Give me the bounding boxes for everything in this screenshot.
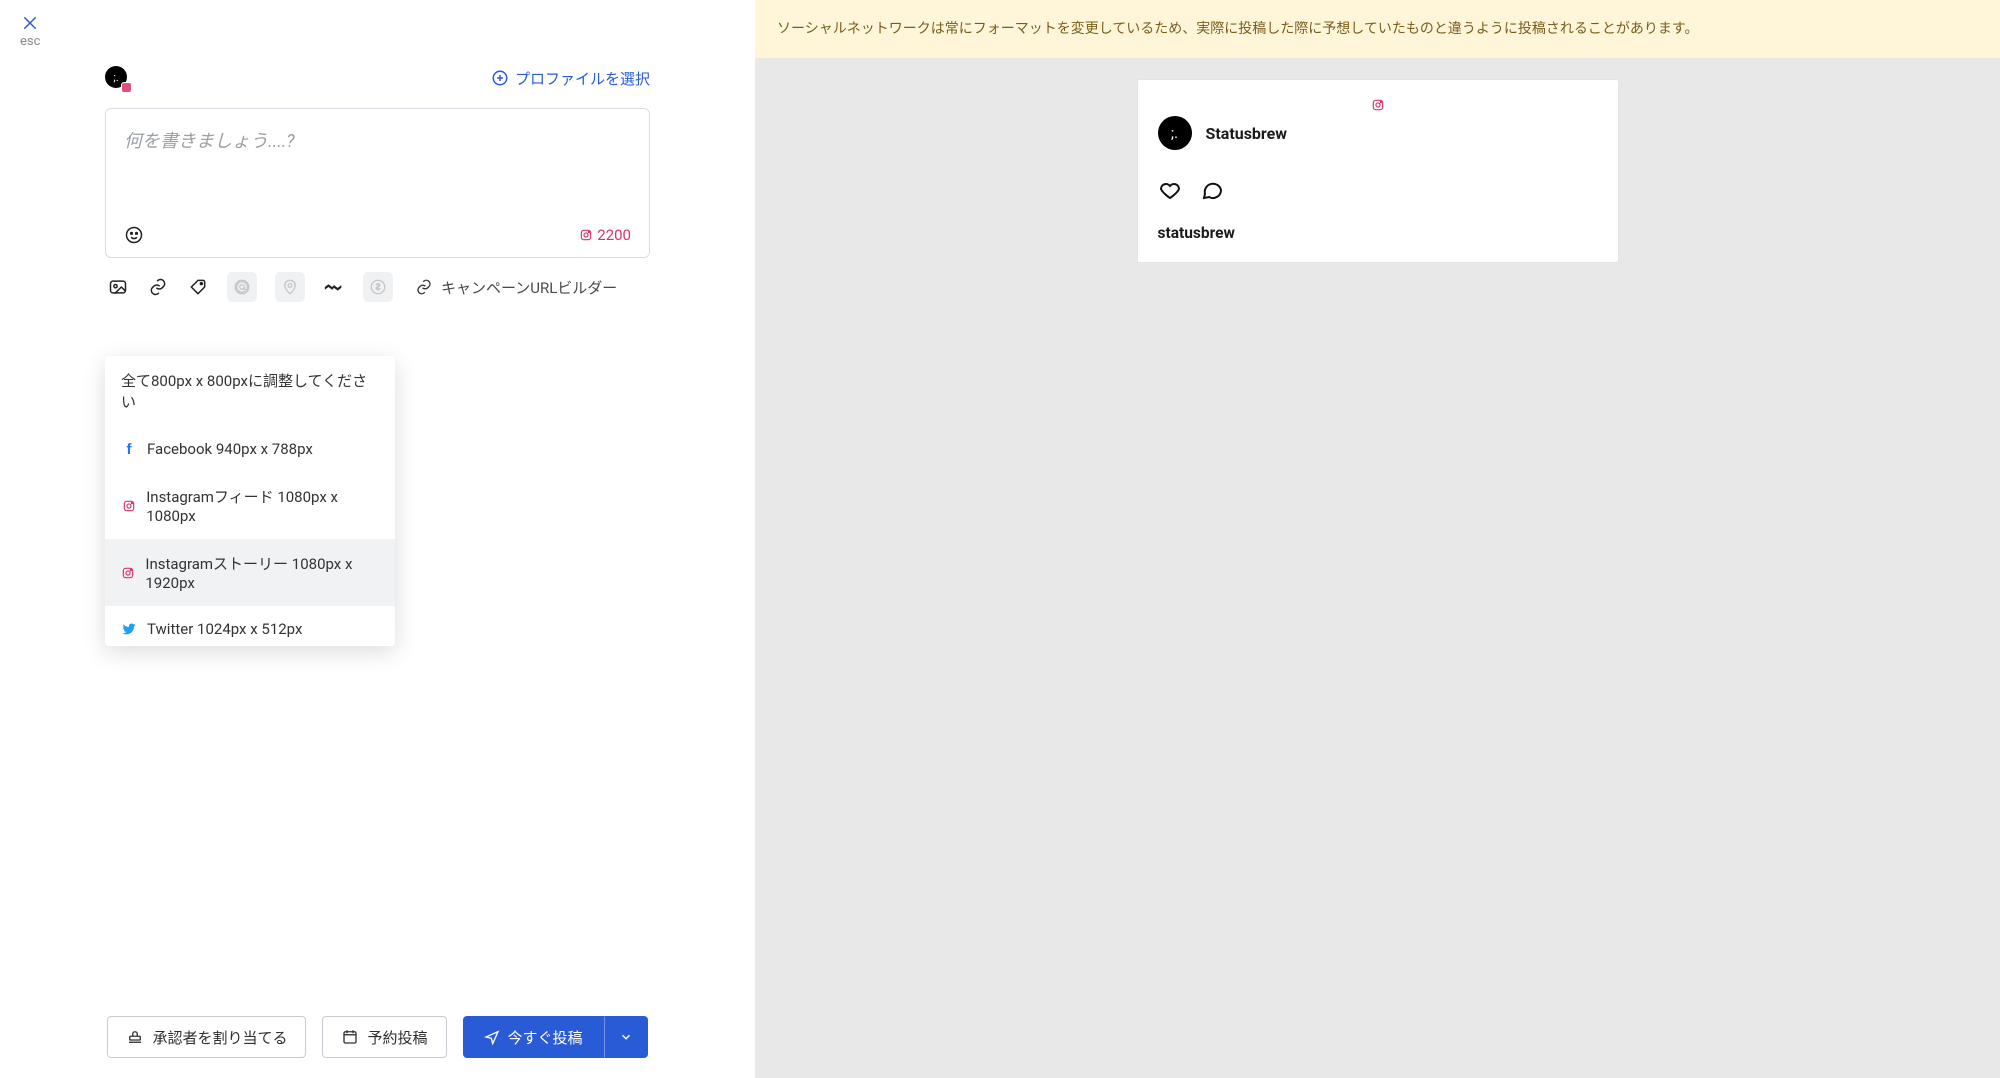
size-option[interactable]: 全て800px x 800pxに調整してください xyxy=(105,356,395,426)
preview-display-name: Statusbrew xyxy=(1206,124,1288,143)
plus-circle-icon xyxy=(491,69,509,87)
preview-panel: ソーシャルネットワークは常にフォーマットを変更しているため、実際に投稿した際に予… xyxy=(755,0,2000,1078)
format-warning: ソーシャルネットワークは常にフォーマットを変更しているため、実際に投稿した際に予… xyxy=(755,0,2000,58)
tag-button[interactable] xyxy=(187,276,209,298)
instagram-icon xyxy=(579,228,593,242)
comment-button[interactable] xyxy=(1200,178,1224,206)
tag-icon xyxy=(188,277,208,297)
image-size-dropdown[interactable]: 全て800px x 800pxに調整してください fFacebook 940px … xyxy=(105,356,395,646)
calendar-icon xyxy=(341,1028,359,1046)
size-option-label: Instagramフィード 1080px x 1080px xyxy=(146,486,379,525)
emoji-button[interactable] xyxy=(124,225,144,245)
size-option[interactable]: Instagramストーリー 1080px x 1920px xyxy=(105,539,395,606)
select-profile-label: プロファイルを選択 xyxy=(515,68,650,89)
close-label: esc xyxy=(20,34,40,49)
compose-toolbar: キャンペーンURLビルダー xyxy=(105,272,650,302)
char-count-value: 2200 xyxy=(597,226,631,244)
mention-icon xyxy=(233,278,251,296)
chevron-down-icon xyxy=(619,1030,633,1044)
close-button[interactable]: esc xyxy=(20,14,40,49)
profile-avatar[interactable]: ;. xyxy=(105,66,129,90)
handshake-icon xyxy=(323,276,345,298)
size-option-label: Instagramストーリー 1080px x 1920px xyxy=(145,553,379,592)
size-option[interactable]: Instagramフィード 1080px x 1080px xyxy=(105,472,395,539)
emoji-icon xyxy=(124,225,144,245)
like-button[interactable] xyxy=(1158,178,1182,206)
collab-button[interactable] xyxy=(323,276,345,298)
link-icon xyxy=(415,278,433,296)
size-option[interactable]: fFacebook 940px x 788px xyxy=(105,426,395,472)
mention-button xyxy=(227,272,257,302)
size-option[interactable]: Twitter 1024px x 512px xyxy=(105,606,395,646)
footer-actions: 承認者を割り当てる 予約投稿 今すぐ投稿 xyxy=(0,1016,755,1058)
comment-icon xyxy=(1200,178,1224,202)
campaign-url-builder[interactable]: キャンペーンURLビルダー xyxy=(415,277,617,298)
instagram-icon xyxy=(1371,98,1385,116)
select-profile-button[interactable]: プロファイルを選択 xyxy=(491,68,650,89)
size-option-label: Twitter 1024px x 512px xyxy=(147,620,302,638)
image-button[interactable] xyxy=(107,276,129,298)
schedule-button[interactable]: 予約投稿 xyxy=(322,1016,446,1058)
close-icon xyxy=(21,14,39,32)
campaign-url-label: キャンペーンURLビルダー xyxy=(441,277,617,298)
composer-panel: esc ;. プロファイルを選択 何を書きましょう....? xyxy=(0,0,755,1078)
compose-textarea[interactable]: 何を書きましょう....? 2200 xyxy=(105,108,650,258)
link-icon xyxy=(148,277,168,297)
dollar-icon xyxy=(369,278,387,296)
size-option-label: Facebook 940px x 788px xyxy=(147,440,313,458)
compose-placeholder: 何を書きましょう....? xyxy=(124,127,631,175)
post-now-label: 今すぐ投稿 xyxy=(508,1027,583,1048)
link-button[interactable] xyxy=(147,276,169,298)
instagram-preview-card: ;. Statusbrew statusbrew xyxy=(1138,80,1618,262)
assign-approver-button[interactable]: 承認者を割り当てる xyxy=(107,1016,306,1058)
preview-avatar: ;. xyxy=(1158,116,1192,150)
heart-icon xyxy=(1158,178,1182,202)
monetize-button xyxy=(363,272,393,302)
send-icon xyxy=(484,1029,500,1045)
schedule-label: 予約投稿 xyxy=(367,1027,427,1048)
instagram-badge-icon xyxy=(121,82,132,93)
assign-approver-label: 承認者を割り当てる xyxy=(152,1027,287,1048)
post-now-button[interactable]: 今すぐ投稿 xyxy=(463,1016,604,1058)
image-icon xyxy=(108,277,128,297)
location-button xyxy=(275,272,305,302)
preview-username: statusbrew xyxy=(1158,224,1598,242)
char-counter: 2200 xyxy=(579,226,631,244)
size-option-label: 全て800px x 800pxに調整してください xyxy=(121,370,379,412)
location-icon xyxy=(281,278,299,296)
post-options-caret[interactable] xyxy=(604,1016,648,1058)
stamp-icon xyxy=(126,1028,144,1046)
